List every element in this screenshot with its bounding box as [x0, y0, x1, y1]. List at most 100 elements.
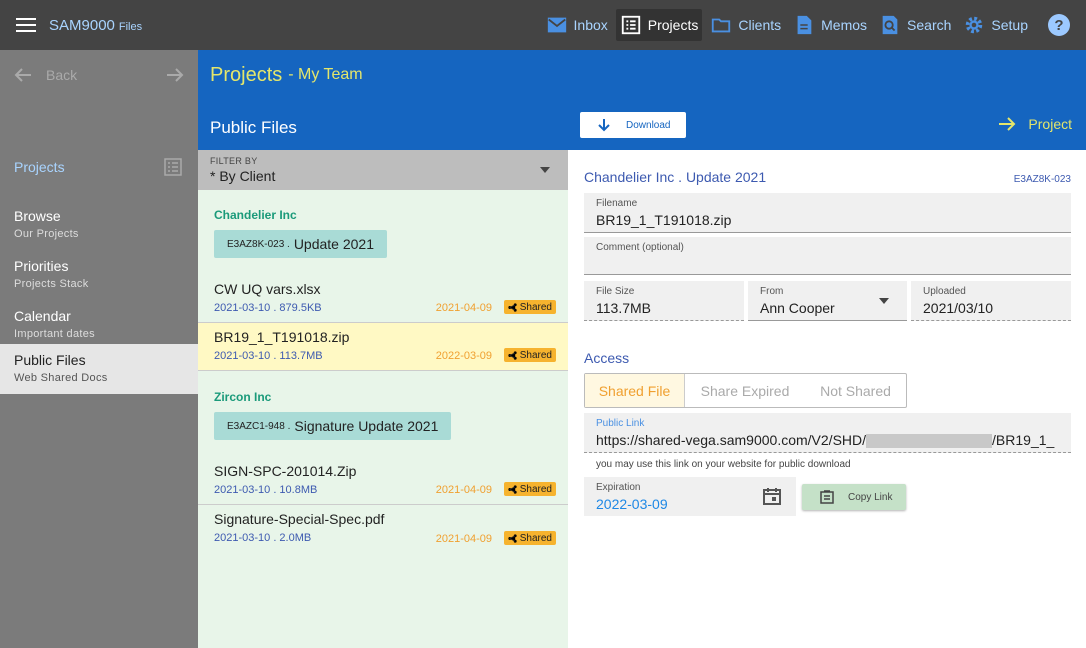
- client-name: Chandelier Inc: [214, 208, 297, 222]
- share-icon: [508, 533, 517, 543]
- project-code: E3AZ8K-023: [1013, 174, 1071, 185]
- sidebar-header: Back: [0, 50, 198, 100]
- help-icon[interactable]: ?: [1048, 14, 1070, 36]
- shared-badge: Shared: [503, 482, 556, 496]
- page-header: Projects - My Team: [198, 50, 1086, 100]
- file-name: Signature-Special-Spec.pdf: [214, 511, 385, 527]
- mail-icon: [547, 17, 566, 33]
- sidebar-item-subtitle: Web Shared Docs: [14, 372, 108, 384]
- menu-icon[interactable]: [16, 18, 36, 32]
- expiration-field[interactable]: Expiration 2022-03-09: [584, 477, 796, 516]
- shared-badge: Shared: [503, 531, 556, 545]
- detail-toolbar: Download Project: [568, 100, 1086, 150]
- toggle-shared-file[interactable]: Shared File: [585, 374, 685, 407]
- nav-memos[interactable]: Memos: [789, 9, 871, 41]
- calendar-icon[interactable]: [762, 486, 782, 506]
- sidebar-section-projects[interactable]: Projects: [14, 158, 182, 176]
- list-title: Public Files: [198, 100, 568, 150]
- redacted-segment: [866, 434, 993, 449]
- arrow-right-icon: [999, 117, 1016, 131]
- file-expiry-date: 2021-04-09: [435, 533, 492, 545]
- badge-label: Shared: [519, 349, 552, 361]
- page-subtitle: - My Team: [288, 66, 363, 83]
- badge-label: Shared: [519, 532, 552, 544]
- file-meta: 2021-03-10 . 113.7MB: [214, 350, 323, 362]
- shared-badge: Shared: [503, 300, 556, 314]
- file-meta: 2021-03-10 . 10.8MB: [214, 484, 318, 496]
- nav-search[interactable]: Search: [875, 9, 955, 41]
- list-icon: [621, 15, 640, 35]
- toggle-share-expired[interactable]: Share Expired: [685, 374, 805, 407]
- from-select[interactable]: From Ann Cooper: [748, 281, 907, 321]
- copy-link-button[interactable]: Copy Link: [802, 484, 906, 510]
- sidebar-item-calendar[interactable]: Calendar Important dates: [0, 300, 198, 350]
- sidebar-section-label: Projects: [14, 159, 65, 175]
- detail-title: Chandelier Inc . Update 2021: [584, 169, 767, 185]
- app-name: SAM9000: [49, 16, 115, 34]
- field-value: 113.7MB: [596, 300, 651, 316]
- sidebar: Back Projects Browse Our Projects Priori…: [0, 50, 198, 648]
- project-chip[interactable]: E3AZ8K-023 . Update 2021: [214, 230, 387, 258]
- arrow-left-icon: [14, 68, 31, 82]
- copy-link-label: Copy Link: [848, 491, 893, 503]
- back-button[interactable]: Back: [14, 67, 77, 83]
- toggle-not-shared[interactable]: Not Shared: [805, 374, 906, 407]
- shared-badge: Shared: [503, 348, 556, 362]
- sidebar-item-title: Browse: [14, 208, 61, 224]
- link-prefix: https://shared-vega.sam9000.com/V2/SHD/: [596, 432, 867, 448]
- file-row[interactable]: SIGN-SPC-201014.Zip 2021-03-10 . 10.8MB …: [198, 457, 568, 505]
- app-brand[interactable]: SAM9000 Files: [49, 17, 142, 34]
- download-button[interactable]: Download: [580, 112, 686, 138]
- sidebar-item-subtitle: Our Projects: [14, 228, 79, 240]
- file-detail-panel: Download Project Chandelier Inc . Update…: [568, 100, 1086, 648]
- file-meta: 2021-03-10 . 879.5KB: [214, 302, 322, 314]
- file-expiry-date: 2021-04-09: [435, 484, 492, 496]
- nav-label: Search: [907, 17, 952, 33]
- nav-label: Memos: [821, 17, 868, 33]
- list-icon: [164, 158, 182, 176]
- project-chip[interactable]: E3AZC1-948 . Signature Update 2021: [214, 412, 452, 440]
- file-row[interactable]: CW UQ vars.xlsx 2021-03-10 . 879.5KB 202…: [198, 275, 568, 323]
- badge-label: Shared: [519, 483, 552, 495]
- arrow-right-icon[interactable]: [166, 67, 184, 83]
- file-row-selected[interactable]: BR19_1_T191018.zip 2021-03-10 . 113.7MB …: [198, 323, 568, 371]
- sidebar-item-subtitle: Important dates: [14, 328, 95, 340]
- file-expiry-date: 2021-04-09: [435, 302, 492, 314]
- nav-inbox[interactable]: Inbox: [542, 9, 612, 41]
- search-icon: [882, 15, 898, 35]
- file-row[interactable]: Signature-Special-Spec.pdf 2021-03-10 . …: [198, 505, 568, 553]
- sidebar-item-public-files[interactable]: Public Files Web Shared Docs: [0, 344, 198, 394]
- page-title: Projects: [210, 63, 283, 86]
- nav-clients[interactable]: Clients: [706, 9, 785, 41]
- field-value: 2021/03/10: [923, 300, 994, 316]
- nav-label: Clients: [738, 17, 782, 33]
- nav-label: Inbox: [573, 17, 608, 33]
- comment-field[interactable]: Comment (optional): [584, 237, 1071, 275]
- sidebar-item-title: Priorities: [14, 258, 69, 274]
- filter-select[interactable]: FILTER BY * By Client: [198, 150, 568, 190]
- sidebar-item-title: Public Files: [14, 352, 86, 368]
- file-list-panel: Public Files FILTER BY * By Client Chand…: [198, 100, 568, 648]
- gear-icon: [966, 16, 983, 34]
- filter-value: * By Client: [210, 168, 276, 184]
- download-icon: [598, 119, 610, 132]
- public-link-value: https://shared-vega.sam9000.com/V2/SHD/ /…: [596, 432, 1059, 449]
- filename-field[interactable]: Filename BR19_1_T191018.zip: [584, 193, 1071, 233]
- filter-label: FILTER BY: [210, 156, 258, 166]
- share-icon: [508, 484, 517, 494]
- nav-projects[interactable]: Projects: [615, 9, 703, 41]
- project-link[interactable]: Project: [998, 116, 1072, 132]
- chip-label: Signature Update 2021: [294, 418, 439, 434]
- caret-down-icon: [879, 298, 889, 304]
- caret-down-icon: [540, 167, 550, 173]
- sidebar-item-priorities[interactable]: Priorities Projects Stack: [0, 250, 198, 300]
- sidebar-item-browse[interactable]: Browse Our Projects: [0, 200, 198, 250]
- public-link-field[interactable]: Public Link https://shared-vega.sam9000.…: [584, 413, 1071, 453]
- detail-title-row: Chandelier Inc . Update 2021 E3AZ8K-023: [584, 169, 1071, 185]
- nav-setup[interactable]: Setup: [959, 9, 1032, 41]
- field-value: BR19_1_T191018.zip: [596, 212, 732, 228]
- link-suffix: /BR19_1_: [992, 432, 1055, 448]
- chip-label: Update 2021: [293, 236, 374, 252]
- field-label: Filename: [596, 198, 638, 209]
- folder-icon: [712, 18, 731, 33]
